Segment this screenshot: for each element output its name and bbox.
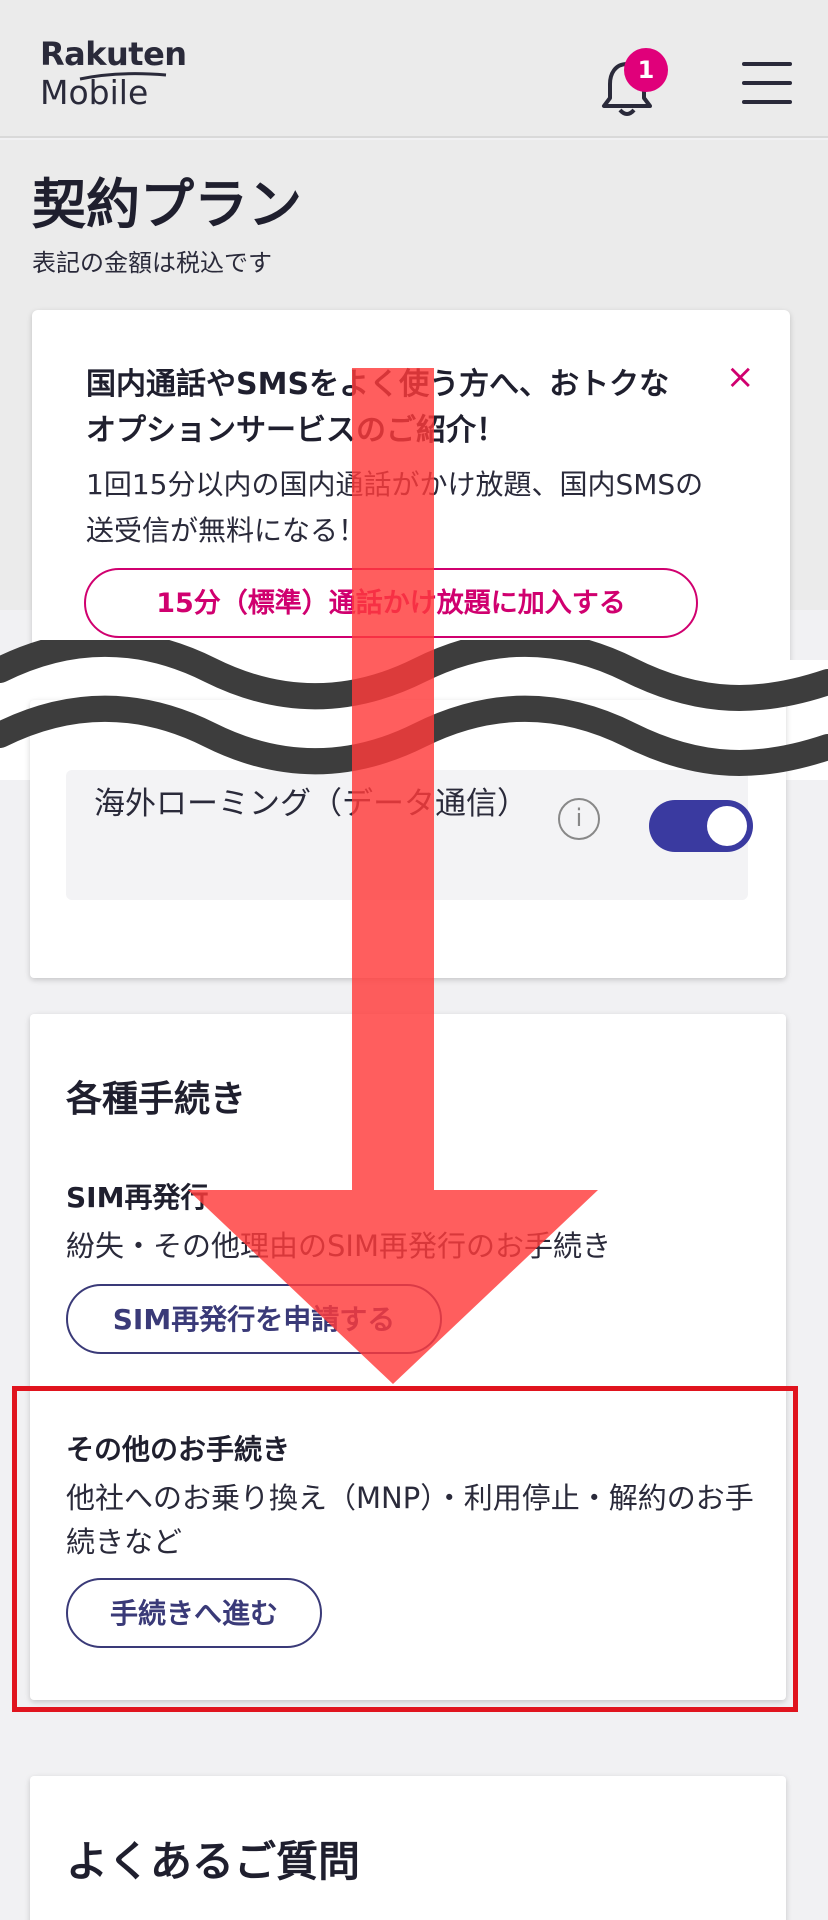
highlight-frame bbox=[12, 1386, 798, 1712]
wave-break-icon bbox=[0, 640, 828, 776]
subscribe-call-option-button[interactable]: 15分（標準）通話かけ放題に加入する bbox=[84, 568, 698, 638]
close-icon[interactable]: × bbox=[726, 360, 755, 394]
logo-line1: Rakuten bbox=[40, 35, 187, 73]
rakuten-mobile-logo[interactable]: Rakuten Mobile bbox=[40, 38, 187, 109]
promo-description: 1回15分以内の国内通話がかけ放題、国内SMSの送受信が無料になる！ bbox=[86, 468, 704, 547]
sim-reissue-description: 紛失・その他理由のSIM再発行のお手続き bbox=[66, 1229, 611, 1263]
promo-title: 国内通話やSMSをよく使う方へ、おトクなオプションサービスのご紹介！ bbox=[86, 367, 670, 448]
procedures-title: 各種手続き bbox=[66, 1079, 247, 1120]
tax-note: 表記の金額は税込です bbox=[32, 249, 272, 277]
faq-title: よくあるご質問 bbox=[66, 1837, 361, 1886]
logo-swoosh-icon bbox=[79, 72, 167, 81]
sim-reissue-button[interactable]: SIM再発行を申請する bbox=[66, 1284, 442, 1354]
notification-badge: 1 bbox=[624, 48, 668, 92]
app-header: Rakuten Mobile 1 bbox=[0, 0, 828, 138]
sim-reissue-title: SIM再発行 bbox=[66, 1181, 209, 1214]
faq-card: よくあるご質問 bbox=[30, 1776, 786, 1920]
page-title: 契約プラン bbox=[32, 173, 302, 236]
hamburger-menu-icon[interactable] bbox=[742, 62, 792, 106]
promo-card: 国内通話やSMSをよく使う方へ、おトクなオプションサービスのご紹介！ × 1回1… bbox=[32, 310, 790, 690]
